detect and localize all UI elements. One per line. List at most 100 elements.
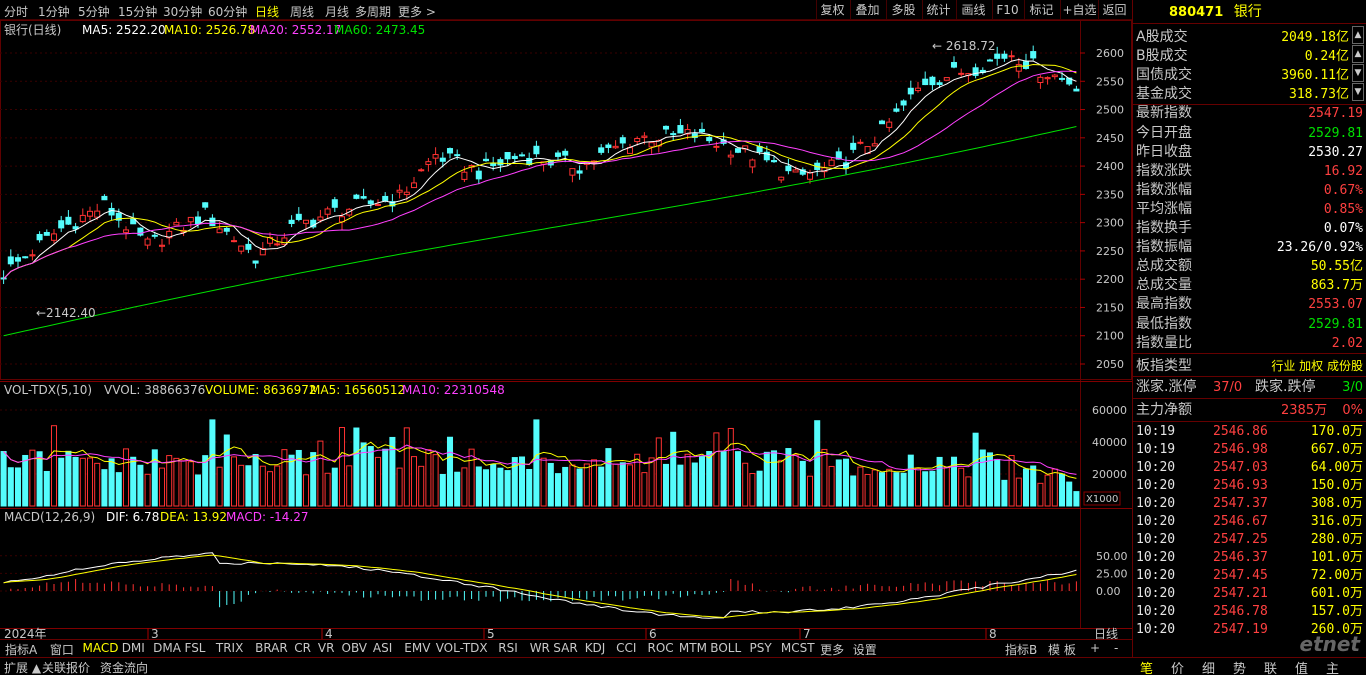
indicator-tab-fsl-5[interactable]: FSL — [183, 641, 208, 655]
indicator-tab-boll-21[interactable]: BOLL — [708, 641, 743, 655]
price-tick-label: 2400 — [1096, 160, 1124, 173]
stat-label: 最新指数 — [1136, 105, 1192, 122]
indicator-tab-x-24[interactable]: 更多 — [818, 641, 846, 658]
indicator-tab-cr-8[interactable]: CR — [292, 641, 313, 655]
timeframe-10[interactable]: 更多 > — [398, 3, 436, 20]
right-tab-2[interactable]: + — [1088, 641, 1102, 655]
price-tick-label: 2300 — [1096, 217, 1124, 230]
indicator-tab-cci-18[interactable]: CCI — [614, 641, 638, 655]
scroll-arrow-icon[interactable]: ▼ — [1352, 64, 1364, 82]
stat-row: 平均涨幅 0.85% — [1133, 200, 1366, 219]
candle-down — [101, 195, 108, 201]
panel-tab-2[interactable]: 细 — [1202, 658, 1215, 675]
indicator-tab-trix-6[interactable]: TRIX — [214, 641, 245, 655]
vol-bar-up — [684, 453, 691, 507]
vol-ma10-label: MA10: 22310548 — [402, 383, 505, 397]
down-value: 3/0 — [1342, 380, 1363, 395]
toolbar-btn-3[interactable]: 统计 — [922, 0, 954, 20]
indicator-tab-x-25[interactable]: 设置 — [851, 641, 879, 658]
vol-bar-down — [202, 455, 209, 507]
panel-tab-0[interactable]: 笔 — [1140, 658, 1153, 675]
tick-price: 2547.37 — [1213, 496, 1268, 511]
vol-bar-down — [526, 468, 533, 507]
indicator-tab-wr-15[interactable]: WR — [528, 641, 552, 655]
timeframe-8[interactable]: 月线 — [325, 3, 349, 20]
ext-tab-1[interactable]: 关联报价 — [42, 659, 90, 675]
indicator-tab-vol-tdx-13[interactable]: VOL-TDX — [434, 641, 490, 655]
panel-tab-4[interactable]: 联 — [1264, 658, 1277, 675]
candle-down — [137, 227, 144, 236]
tick-time: 10:20 — [1136, 478, 1176, 493]
right-tab-1[interactable]: 模 板 — [1046, 641, 1078, 658]
scroll-arrow-icon[interactable]: ▲ — [1352, 26, 1364, 44]
toolbar-btn-2[interactable]: 多股 — [886, 0, 920, 20]
toolbar-btn-8[interactable]: 返回 — [1098, 0, 1130, 20]
stat-value: 318.73亿 — [1289, 87, 1349, 103]
toolbar-btn-0[interactable]: 复权 — [816, 0, 848, 20]
indicator-tab-mtm-20[interactable]: MTM — [677, 641, 709, 655]
tick-volume: 316.0万 — [1310, 514, 1363, 529]
timeframe-7[interactable]: 周线 — [290, 3, 314, 20]
vol-bar-up — [403, 427, 410, 507]
indicator-tab-a-0[interactable]: 指标A — [3, 641, 39, 658]
stat-row: A股成交 2049.18亿 — [1133, 28, 1366, 47]
timeframe-1[interactable]: 1分钟 — [38, 3, 70, 20]
right-tab-0[interactable]: 指标B — [1003, 641, 1039, 658]
indicator-tab-sar-16[interactable]: SAR — [551, 641, 579, 655]
timeframe-9[interactable]: 多周期 — [355, 3, 391, 20]
ext-tab-0[interactable]: 扩展 ▲ — [4, 659, 41, 675]
ext-tab-2[interactable]: 资金流向 — [100, 659, 148, 675]
price-tick-label: 2250 — [1096, 245, 1124, 258]
vol-bar-up — [914, 467, 922, 507]
timeframe-5[interactable]: 60分钟 — [208, 3, 247, 20]
indicator-tab-dmi-3[interactable]: DMI — [120, 641, 147, 655]
candle-up — [79, 214, 86, 222]
vol-bar-down — [1058, 473, 1066, 507]
timeframe-4[interactable]: 30分钟 — [163, 3, 202, 20]
timeframe-0[interactable]: 分时 — [4, 3, 28, 20]
indicator-tab-vr-9[interactable]: VR — [316, 641, 337, 655]
timeframe-2[interactable]: 5分钟 — [78, 3, 110, 20]
vol-bar-down — [756, 470, 763, 507]
kline-chart-svg[interactable]: 2600 2550 2500 2450 2400 2350 2300 2250 2200 2150… — [0, 20, 1132, 641]
indicator-tab-dma-4[interactable]: DMA — [151, 641, 183, 655]
stat-value: 2547.19 — [1308, 106, 1363, 122]
candle-up — [634, 138, 641, 143]
stat-label: 总成交额 — [1136, 258, 1192, 275]
candle-up — [749, 159, 756, 168]
right-tab-3[interactable]: - — [1112, 641, 1120, 655]
scroll-arrow-icon[interactable]: ▲ — [1352, 45, 1364, 63]
vol-bar-down — [691, 462, 698, 507]
toolbar-btn-7[interactable]: +自选 — [1060, 0, 1098, 20]
panel-tab-3[interactable]: 势 — [1233, 658, 1246, 675]
indicator-tab-brar-7[interactable]: BRAR — [253, 641, 290, 655]
scroll-arrow-icon[interactable]: ▼ — [1352, 83, 1364, 101]
toolbar-btn-4[interactable]: 画线 — [956, 0, 990, 20]
vol-bar-down — [835, 459, 842, 507]
indicator-tab-macd-2[interactable]: MACD — [81, 641, 121, 655]
indicator-tab-psy-22[interactable]: PSY — [748, 641, 774, 655]
candle-down — [986, 59, 994, 62]
panel-tab-1[interactable]: 价 — [1171, 658, 1184, 675]
candle-down — [151, 234, 158, 237]
indicator-tab-obv-10[interactable]: OBV — [340, 641, 370, 655]
toolbar-btn-5[interactable]: F10 — [992, 0, 1022, 20]
toolbar-btn-6[interactable]: 标记 — [1024, 0, 1058, 20]
indicator-tab-roc-19[interactable]: ROC — [646, 641, 676, 655]
indicator-tab-kdj-17[interactable]: KDJ — [583, 641, 608, 655]
low-marker-label: ←2142.40 — [36, 306, 96, 320]
indicator-tab-mcst-23[interactable]: MCST — [779, 641, 817, 655]
tick-price: 2546.67 — [1213, 514, 1268, 529]
indicator-tab-rsi-14[interactable]: RSI — [496, 641, 520, 655]
indicator-tab-x-1[interactable]: 窗口 — [48, 641, 76, 658]
panel-tab-5[interactable]: 值 — [1295, 658, 1308, 675]
panel-tab-6[interactable]: 主 — [1326, 658, 1339, 675]
indicator-tab-emv-12[interactable]: EMV — [402, 641, 432, 655]
timeframe-6[interactable]: 日线 — [255, 3, 279, 20]
vol-unit-label: X1000 — [1086, 494, 1118, 505]
toolbar-btn-1[interactable]: 叠加 — [850, 0, 884, 20]
timeframe-3[interactable]: 15分钟 — [118, 3, 157, 20]
candle-up — [302, 219, 310, 224]
indicator-tab-asi-11[interactable]: ASI — [371, 641, 394, 655]
vol-bar-down — [7, 467, 14, 507]
